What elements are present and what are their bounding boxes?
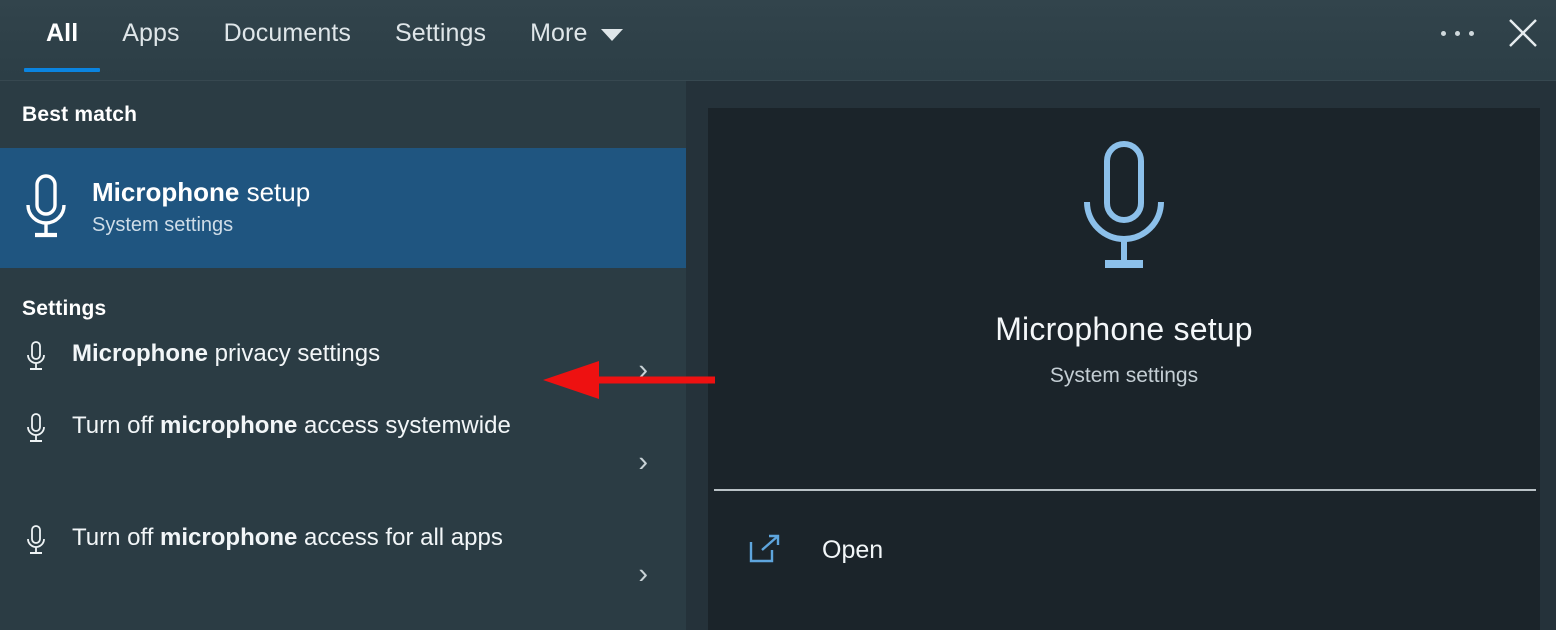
search-header: All Apps Documents Settings More [0, 0, 1556, 81]
tab-more[interactable]: More [508, 0, 645, 66]
microphone-icon [0, 334, 72, 374]
list-item-label: Turn off microphone access systemwide [72, 406, 512, 446]
best-match-heading: Best match [22, 103, 138, 126]
microphone-icon [1069, 138, 1179, 285]
tab-more-label: More [530, 18, 588, 47]
microphone-icon [0, 173, 92, 243]
list-item[interactable]: Turn off microphone access for all apps … [0, 518, 686, 630]
tab-apps[interactable]: Apps [100, 0, 201, 66]
preview-divider [714, 489, 1536, 491]
settings-results-list: Microphone privacy settings › Turn off m… [0, 334, 686, 630]
open-external-icon [708, 533, 822, 567]
list-item-label: Turn off microphone access for all apps [72, 518, 512, 558]
active-tab-indicator [24, 68, 100, 72]
list-item-label-bold: microphone [160, 412, 298, 439]
best-match-title: Microphone setup [92, 179, 310, 206]
best-match-result[interactable]: Microphone setup System settings [0, 148, 686, 268]
ellipsis-icon [1440, 30, 1474, 36]
best-match-title-rest: setup [239, 177, 311, 208]
best-match-subtitle: System settings [92, 213, 234, 236]
list-item-label-pre: Turn off [72, 412, 161, 439]
list-item-label-pre: Turn off [72, 524, 161, 551]
list-item-label-post: access systemwide [297, 412, 511, 439]
tab-apps-label: Apps [122, 18, 180, 47]
list-item-label: Microphone privacy settings [72, 334, 512, 374]
preview-title: Microphone setup [995, 311, 1253, 347]
windows-search-panel: All Apps Documents Settings More Best ma… [0, 0, 1556, 630]
microphone-icon [0, 518, 72, 558]
list-item-label-bold: microphone [160, 524, 298, 551]
tab-documents[interactable]: Documents [202, 0, 373, 66]
tab-documents-label: Documents [223, 18, 351, 47]
results-panel: Best match Microphone setup System setti… [0, 81, 686, 630]
list-item-label-bold: Microphone [72, 340, 208, 367]
microphone-icon [0, 406, 72, 446]
best-match-title-bold: Microphone [92, 177, 240, 208]
chevron-down-icon [601, 29, 624, 41]
filter-tabs: All Apps Documents Settings More [24, 0, 645, 66]
list-item[interactable]: Turn off microphone access systemwide › [0, 406, 686, 518]
best-match-texts: Microphone setup System settings [92, 179, 310, 236]
list-item-label-post: access for all apps [297, 524, 503, 551]
chevron-right-icon: › [638, 353, 648, 386]
settings-heading: Settings [22, 297, 107, 320]
overflow-menu-button[interactable] [1424, 0, 1490, 66]
tab-all-label: All [46, 18, 79, 47]
preview-hero: Microphone setup System settings [708, 108, 1540, 462]
tab-settings[interactable]: Settings [373, 0, 508, 66]
open-action-label: Open [822, 535, 884, 564]
preview-subtitle: System settings [1049, 364, 1199, 387]
preview-card: Microphone setup System settings Open [708, 108, 1540, 630]
list-item-label-post: privacy settings [208, 340, 381, 367]
preview-panel: Microphone setup System settings Open [686, 81, 1556, 630]
chevron-right-icon: › [638, 557, 648, 590]
chevron-right-icon: › [638, 445, 648, 478]
tab-settings-label: Settings [394, 18, 487, 47]
close-icon [1509, 19, 1537, 47]
open-action[interactable]: Open [708, 518, 1540, 582]
header-actions [1424, 0, 1556, 66]
list-item[interactable]: Microphone privacy settings › [0, 334, 686, 406]
tab-all[interactable]: All [24, 0, 100, 66]
close-button[interactable] [1490, 0, 1556, 66]
